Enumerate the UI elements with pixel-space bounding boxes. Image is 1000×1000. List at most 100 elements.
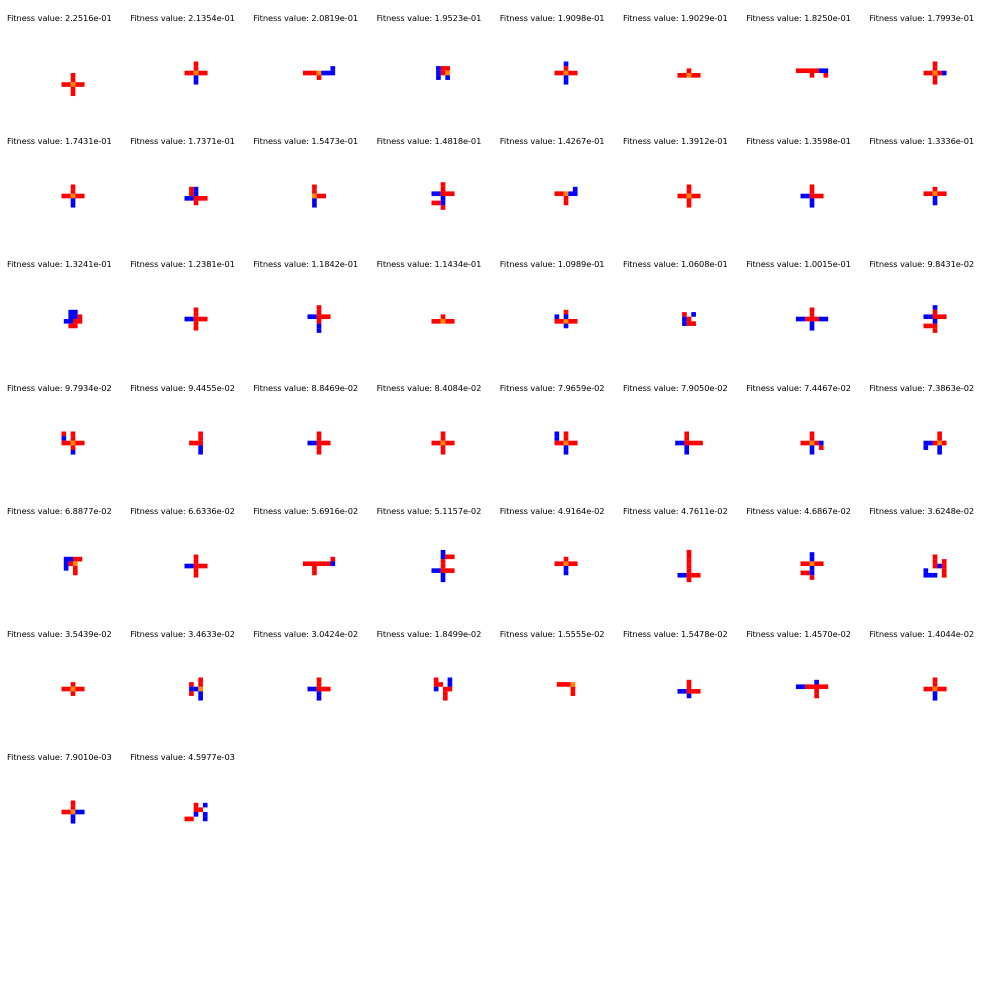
- red-voxel: [563, 310, 569, 315]
- red-voxel: [805, 440, 810, 445]
- robot-morphology: [63, 556, 83, 576]
- fitness-label: Fitness value: 1.0989e-01: [499, 259, 605, 270]
- fitness-label: Fitness value: 1.0015e-01: [746, 259, 851, 270]
- robot-morphology: [677, 549, 701, 582]
- red-voxel: [558, 440, 564, 445]
- red-voxel: [312, 70, 318, 76]
- individual-cell: Fitness value: 7.3863e-02: [869, 370, 992, 480]
- robot-morphology: [923, 305, 947, 334]
- blue-voxel: [796, 684, 801, 690]
- joint-voxel: [809, 561, 815, 566]
- robot-morphology: [435, 66, 450, 80]
- blue-voxel: [682, 572, 687, 578]
- robot-morphology: [307, 431, 331, 455]
- joint-voxel: [444, 70, 450, 76]
- red-voxel: [563, 196, 569, 201]
- red-voxel: [198, 677, 204, 683]
- blue-voxel: [435, 70, 441, 76]
- joint-voxel: [317, 70, 322, 76]
- red-voxel: [433, 682, 439, 687]
- red-voxel: [70, 431, 76, 436]
- robot-morphology: [189, 677, 204, 701]
- red-voxel: [570, 691, 576, 696]
- red-voxel: [814, 193, 820, 199]
- individual-cell: Fitness value: 9.4455e-02: [130, 370, 253, 480]
- red-voxel: [691, 321, 696, 327]
- red-voxel: [70, 184, 76, 190]
- blue-voxel: [677, 689, 683, 694]
- red-voxel: [933, 328, 938, 334]
- blue-voxel: [554, 431, 559, 436]
- individual-cell: Fitness value: 1.3598e-01: [746, 123, 869, 233]
- fitness-label: Fitness value: 5.1157e-02: [376, 505, 482, 516]
- robot-morphology: [796, 307, 829, 331]
- fitness-label: Fitness value: 1.7371e-01: [130, 136, 235, 147]
- red-voxel: [193, 558, 199, 564]
- red-voxel: [805, 68, 810, 74]
- red-voxel: [193, 568, 199, 573]
- joint-voxel: [563, 319, 569, 325]
- blue-voxel: [809, 556, 815, 562]
- red-voxel: [79, 440, 85, 445]
- red-voxel: [317, 444, 322, 450]
- blue-voxel: [68, 319, 74, 325]
- red-voxel: [193, 802, 199, 808]
- red-voxel: [686, 563, 692, 569]
- red-voxel: [568, 561, 573, 566]
- red-voxel: [933, 677, 938, 683]
- red-voxel: [556, 682, 562, 687]
- fitness-label: Fitness value: 1.9098e-01: [499, 13, 605, 23]
- red-voxel: [561, 682, 566, 687]
- red-voxel: [695, 73, 701, 78]
- blue-voxel: [937, 444, 943, 450]
- blue-voxel: [809, 203, 815, 208]
- blue-voxel: [933, 572, 938, 578]
- red-voxel: [563, 556, 569, 562]
- red-voxel: [433, 677, 439, 683]
- joint-voxel: [563, 440, 569, 445]
- fitness-label: Fitness value: 4.9164e-02: [499, 505, 605, 516]
- blue-voxel: [330, 70, 336, 76]
- blue-voxel: [809, 326, 815, 331]
- red-voxel: [70, 800, 76, 806]
- red-voxel: [440, 70, 445, 76]
- blue-voxel: [70, 819, 76, 824]
- red-voxel: [942, 568, 947, 573]
- red-voxel: [937, 314, 943, 320]
- blue-voxel: [330, 561, 336, 566]
- blue-voxel: [317, 323, 322, 329]
- robot-morphology: [61, 800, 85, 824]
- blue-voxel: [923, 314, 929, 320]
- blue-voxel: [684, 444, 690, 450]
- red-voxel: [79, 82, 85, 87]
- individual-cell: Fitness value: 1.3912e-01: [623, 123, 746, 233]
- red-voxel: [326, 440, 331, 445]
- robot-morphology: [184, 554, 208, 578]
- red-voxel: [70, 682, 76, 687]
- red-voxel: [189, 682, 194, 687]
- red-voxel: [193, 440, 199, 445]
- fitness-label: Fitness value: 1.4818e-01: [376, 136, 482, 147]
- blue-voxel: [563, 314, 569, 320]
- joint-voxel: [312, 193, 318, 199]
- individual-cell: Fitness value: 1.2381e-01: [130, 246, 253, 356]
- blue-voxel: [321, 70, 327, 76]
- joint-voxel: [933, 70, 938, 76]
- robot-morphology: [433, 677, 452, 701]
- red-voxel: [68, 323, 74, 329]
- robot-morphology: [800, 184, 824, 208]
- blue-voxel: [447, 682, 452, 687]
- red-voxel: [809, 317, 815, 322]
- red-voxel: [61, 82, 67, 87]
- red-voxel: [937, 431, 943, 436]
- red-voxel: [79, 686, 85, 692]
- robot-morphology: [307, 677, 331, 701]
- blue-voxel: [431, 191, 436, 197]
- red-voxel: [70, 77, 76, 83]
- blue-voxel: [61, 435, 67, 441]
- robot-morphology: [61, 184, 85, 208]
- individual-cell: Fitness value: 2.2516e-01: [7, 0, 130, 110]
- individual-cell: Fitness value: 3.6248e-02: [869, 493, 992, 603]
- individual-cell: Fitness value: 7.4467e-02: [746, 370, 869, 480]
- individual-cell: Fitness value: 1.0015e-01: [746, 246, 869, 356]
